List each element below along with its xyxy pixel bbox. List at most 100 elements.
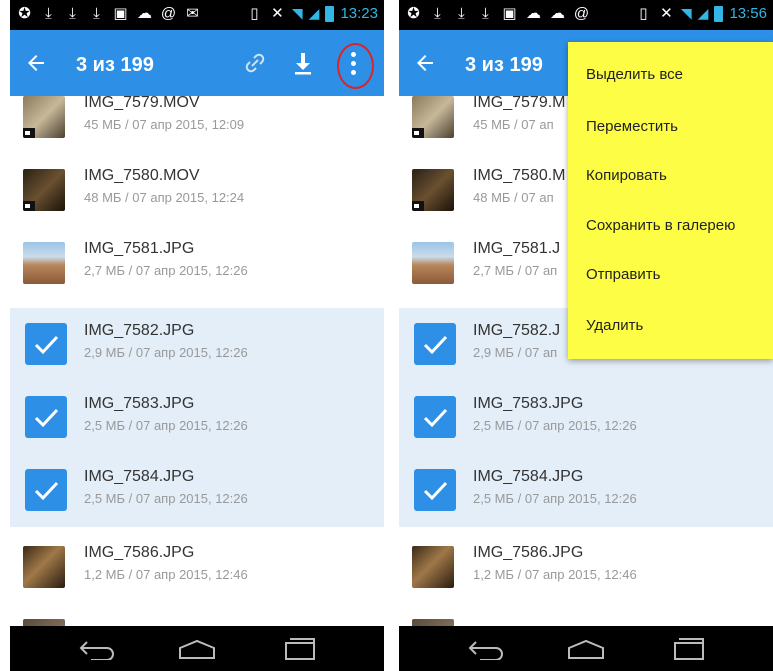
file-name: IMG_7582.J bbox=[473, 322, 561, 339]
at-icon: @ bbox=[160, 5, 177, 22]
download-button[interactable] bbox=[288, 48, 318, 78]
download-icon: ⤓ bbox=[45, 5, 52, 22]
file-row-selected[interactable]: IMG_7583.JPG 2,5 МБ / 07 апр 2015, 12:26 bbox=[399, 381, 773, 454]
file-meta: 2,5 МБ / 07 апр 2015, 12:26 bbox=[84, 491, 248, 506]
file-meta: 2,9 МБ / 07 ап bbox=[473, 345, 558, 360]
file-row-selected[interactable]: IMG_7584.JPG 2,5 МБ / 07 апр 2015, 12:26 bbox=[10, 454, 384, 527]
settings-icon: ✪ bbox=[18, 5, 31, 22]
home-nav-button[interactable] bbox=[169, 632, 225, 666]
file-meta: 45 МБ / 07 апр 2015, 12:09 bbox=[84, 117, 245, 132]
selected-checkbox[interactable] bbox=[25, 469, 67, 511]
download-icon: ⤓ bbox=[93, 5, 100, 22]
download-icon: ⤓ bbox=[69, 5, 76, 22]
download-icon: ⤓ bbox=[458, 5, 465, 22]
selection-counter: 3 из 199 bbox=[465, 54, 543, 76]
image-icon: ▣ bbox=[502, 5, 517, 22]
file-row[interactable] bbox=[399, 603, 773, 626]
file-thumbnail bbox=[412, 619, 454, 626]
check-icon bbox=[423, 408, 448, 428]
file-thumbnail bbox=[23, 619, 65, 626]
cloud-icon: ☁ bbox=[550, 5, 565, 22]
file-name: IMG_7583.JPG bbox=[84, 395, 195, 412]
selected-checkbox[interactable] bbox=[25, 323, 67, 365]
selected-checkbox[interactable] bbox=[414, 396, 456, 438]
file-thumbnail bbox=[412, 96, 454, 138]
recents-nav-icon bbox=[285, 638, 315, 660]
back-nav-icon bbox=[79, 641, 114, 660]
settings-icon: ✪ bbox=[407, 5, 420, 22]
back-button[interactable] bbox=[18, 45, 54, 81]
recents-nav-button[interactable] bbox=[272, 632, 328, 666]
menu-item-select-all[interactable]: Выделить все bbox=[586, 66, 683, 83]
phone-screen-left: ✪ ⤓ ⤓ ⤓ ▣ ☁ @ ✉ ▯ ✕ ◥ ◢ 13:23 3 из 199 I… bbox=[10, 0, 384, 671]
file-meta: 2,7 МБ / 07 ап bbox=[473, 263, 558, 278]
file-row[interactable]: IMG_7586.JPG 1,2 МБ / 07 апр 2015, 12:46 bbox=[399, 530, 773, 603]
file-row[interactable]: IMG_7580.MOV 48 МБ / 07 апр 2015, 12:24 bbox=[10, 153, 384, 226]
file-thumbnail bbox=[412, 242, 454, 284]
file-row[interactable]: IMG_7579.MOV 45 МБ / 07 апр 2015, 12:09 bbox=[10, 96, 384, 153]
back-button[interactable] bbox=[407, 45, 443, 81]
mail-icon: ✉ bbox=[186, 5, 199, 22]
file-meta: 2,5 МБ / 07 апр 2015, 12:26 bbox=[84, 418, 248, 433]
file-row-selected[interactable]: IMG_7583.JPG 2,5 МБ / 07 апр 2015, 12:26 bbox=[10, 381, 384, 454]
menu-item-copy[interactable]: Копировать bbox=[586, 167, 667, 184]
menu-item-save-to-gallery[interactable]: Сохранить в галерею bbox=[586, 217, 735, 234]
file-meta: 2,5 МБ / 07 апр 2015, 12:26 bbox=[473, 491, 637, 506]
download-icon: ⤓ bbox=[482, 5, 489, 22]
selected-checkbox[interactable] bbox=[414, 469, 456, 511]
vibrate-icon: ▯ bbox=[250, 5, 259, 22]
menu-item-move[interactable]: Переместить bbox=[586, 118, 678, 135]
file-name: IMG_7581.J bbox=[473, 240, 561, 257]
arrow-back-icon bbox=[417, 55, 433, 71]
menu-item-delete[interactable]: Удалить bbox=[586, 317, 643, 334]
file-thumbnail bbox=[23, 96, 65, 138]
file-row[interactable]: IMG_7581.JPG 2,7 МБ / 07 апр 2015, 12:26 bbox=[10, 226, 384, 299]
navigation-bar bbox=[10, 626, 384, 671]
recents-nav-icon bbox=[674, 638, 704, 660]
file-thumbnail bbox=[23, 546, 65, 588]
status-bar: ✪ ⤓ ⤓ ⤓ ▣ ☁ @ ✉ ▯ ✕ ◥ ◢ 13:23 bbox=[10, 0, 384, 30]
file-name: IMG_7584.JPG bbox=[84, 468, 195, 485]
file-row-selected[interactable]: IMG_7584.JPG 2,5 МБ / 07 апр 2015, 12:26 bbox=[399, 454, 773, 527]
cloud-icon: ☁ bbox=[526, 5, 541, 22]
selected-checkbox[interactable] bbox=[414, 323, 456, 365]
file-name: IMG_7586.JPG bbox=[473, 544, 584, 561]
home-nav-icon bbox=[179, 639, 215, 659]
file-list: IMG_7579.MOV 45 МБ / 07 апр 2015, 12:09 … bbox=[10, 96, 384, 626]
file-row[interactable]: IMG_7586.JPG 1,2 МБ / 07 апр 2015, 12:46 bbox=[10, 530, 384, 603]
file-name: IMG_7579.M bbox=[473, 96, 566, 111]
file-thumbnail bbox=[23, 242, 65, 284]
file-meta: 45 МБ / 07 ап bbox=[473, 117, 554, 132]
back-nav-button[interactable] bbox=[69, 632, 125, 666]
check-icon bbox=[423, 335, 448, 355]
file-row-selected[interactable]: IMG_7582.JPG 2,9 МБ / 07 апр 2015, 12:26 bbox=[10, 308, 384, 381]
highlight-circle bbox=[337, 43, 374, 89]
signal-icon: ◢ bbox=[697, 5, 709, 21]
arrow-back-icon bbox=[28, 55, 44, 71]
video-icon bbox=[412, 201, 424, 211]
no-sound-icon: ✕ bbox=[660, 5, 673, 22]
status-bar: ✪ ⤓ ⤓ ⤓ ▣ ☁ ☁ @ ▯ ✕ ◥ ◢ 13:56 bbox=[399, 0, 773, 30]
check-icon bbox=[34, 335, 59, 355]
file-row[interactable] bbox=[10, 603, 384, 626]
recents-nav-button[interactable] bbox=[661, 632, 717, 666]
wifi-icon: ◥ bbox=[291, 5, 303, 21]
file-meta: 2,9 МБ / 07 апр 2015, 12:26 bbox=[84, 345, 248, 360]
file-name: IMG_7583.JPG bbox=[473, 395, 584, 412]
home-nav-button[interactable] bbox=[558, 632, 614, 666]
check-icon bbox=[34, 481, 59, 501]
file-name: IMG_7582.JPG bbox=[84, 322, 195, 339]
video-icon bbox=[412, 128, 424, 138]
file-name: IMG_7581.JPG bbox=[84, 240, 195, 257]
back-nav-button[interactable] bbox=[458, 632, 514, 666]
download-icon bbox=[295, 53, 311, 75]
signal-icon: ◢ bbox=[308, 5, 320, 21]
link-button[interactable] bbox=[240, 48, 270, 78]
selection-counter: 3 из 199 bbox=[76, 54, 154, 76]
file-name: IMG_7584.JPG bbox=[473, 468, 584, 485]
menu-item-send[interactable]: Отправить bbox=[586, 266, 660, 283]
overflow-menu: Выделить все Переместить Копировать Сохр… bbox=[568, 42, 773, 359]
phone-screen-right: ✪ ⤓ ⤓ ⤓ ▣ ☁ ☁ @ ▯ ✕ ◥ ◢ 13:56 3 из 199 I… bbox=[399, 0, 773, 671]
app-bar: 3 из 199 bbox=[10, 30, 384, 96]
selected-checkbox[interactable] bbox=[25, 396, 67, 438]
